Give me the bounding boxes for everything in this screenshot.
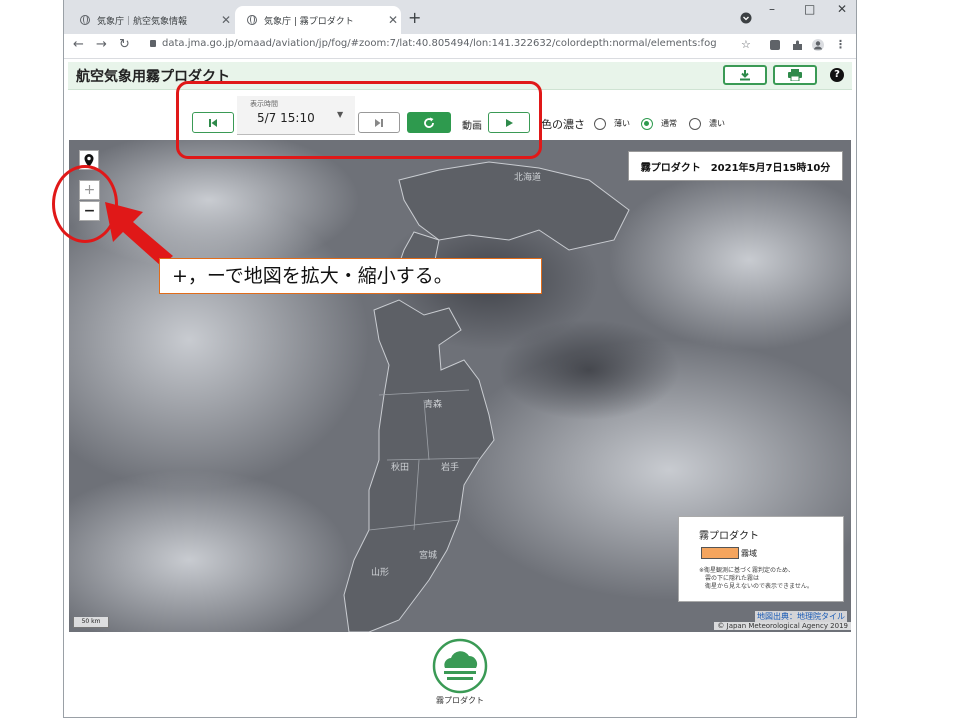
print-button[interactable] — [773, 65, 817, 85]
legend-note-line: ※衛星観測に基づく霧判定のため、 — [699, 567, 795, 574]
address-bar[interactable]: data.jma.go.jp/omaad/aviation/jp/fog/#zo… — [150, 38, 717, 49]
account-avatar-icon[interactable] — [812, 39, 824, 51]
map-attribution-link[interactable]: 地図出典：地理院タイル — [755, 611, 847, 622]
url-text: data.jma.go.jp/omaad/aviation/jp/fog/#zo… — [162, 38, 717, 49]
fog-product-logo-icon[interactable] — [432, 638, 488, 694]
minimize-button[interactable]: – — [769, 2, 775, 16]
map-label-iwate: 岩手 — [441, 463, 460, 473]
globe-icon — [247, 15, 257, 25]
globe-icon — [80, 15, 90, 25]
color-depth-label: 色の濃さ — [541, 118, 585, 131]
tab-aviation-weather[interactable]: 気象庁｜航空気象情報 ✕ — [68, 6, 234, 34]
extensions-puzzle-icon[interactable] — [792, 40, 803, 51]
fog-product-logo-label: 霧プロダクト — [436, 696, 484, 705]
printer-icon — [788, 69, 802, 81]
help-icon[interactable]: ? — [830, 68, 844, 82]
pdf-extension-icon[interactable] — [770, 40, 780, 50]
radio-dark[interactable] — [689, 118, 701, 130]
radio-light[interactable] — [594, 118, 606, 130]
tab-title: 気象庁｜航空気象情報 — [97, 16, 188, 27]
browser-menu-icon[interactable]: ⋮ — [835, 38, 846, 51]
bookmark-star-icon[interactable]: ☆ — [741, 38, 751, 51]
satellite-map[interactable]: 北海道 青森 秋田 岩手 山形 宮城 + − 霧プロダクト 2021年5月7日1… — [69, 140, 851, 632]
download-icon — [740, 70, 750, 81]
profile-dropdown-icon[interactable] — [740, 12, 752, 24]
map-legend: 霧プロダクト 霧域 ※衛星観測に基づく霧判定のため、 雲の下に隠れた霧は 衛星か… — [678, 516, 844, 602]
reload-icon[interactable]: ↻ — [119, 37, 130, 52]
map-label-yamagata: 山形 — [371, 568, 390, 578]
copyright-text: © Japan Meteorological Agency 2019 — [714, 622, 851, 630]
close-window-button[interactable]: ✕ — [837, 2, 847, 16]
legend-fog-swatch — [701, 547, 739, 559]
tab-title: 気象庁 | 霧プロダクト — [264, 16, 354, 27]
new-tab-button[interactable]: + — [408, 8, 421, 27]
lock-icon — [150, 40, 156, 47]
legend-title: 霧プロダクト — [699, 531, 759, 542]
product-timestamp: 霧プロダクト 2021年5月7日15時10分 — [628, 151, 843, 181]
radio-light-label: 薄い — [614, 119, 630, 128]
map-label-akita: 秋田 — [391, 463, 410, 473]
forward-arrow-icon[interactable]: → — [96, 37, 107, 52]
radio-normal-label: 通常 — [661, 119, 677, 128]
close-tab-icon[interactable]: ✕ — [385, 13, 401, 27]
map-label-aomori: 青森 — [424, 400, 443, 410]
legend-note: ※衛星観測に基づく霧判定のため、 雲の下に隠れた霧は 衛星から見えないので表示で… — [699, 567, 813, 591]
radio-dark-label: 濃い — [709, 119, 725, 128]
back-arrow-icon[interactable]: ← — [73, 37, 84, 52]
legend-note-line: 雲の下に隠れた霧は — [705, 575, 760, 582]
legend-fog-label: 霧域 — [741, 549, 757, 558]
maximize-button[interactable]: □ — [804, 2, 815, 16]
legend-note-line: 衛星から見えないので表示できません。 — [705, 583, 813, 590]
annotation-callout: +，ーで地図を拡大・縮小する。 — [159, 258, 542, 294]
map-label-hokkaido: 北海道 — [514, 173, 542, 183]
map-label-miyagi: 宮城 — [419, 551, 438, 561]
scale-bar: 50 km — [73, 617, 109, 628]
close-tab-icon[interactable]: ✕ — [218, 13, 234, 27]
browser-toolbar: ← → ↻ data.jma.go.jp/omaad/aviation/jp/f… — [64, 34, 856, 59]
radio-normal[interactable] — [641, 118, 653, 130]
tab-strip: 気象庁｜航空気象情報 ✕ 気象庁 | 霧プロダクト ✕ + – □ ✕ — [64, 0, 856, 34]
tab-fog-product[interactable]: 気象庁 | 霧プロダクト ✕ — [235, 6, 401, 34]
controls-highlight-frame — [176, 81, 542, 159]
download-button[interactable] — [723, 65, 767, 85]
